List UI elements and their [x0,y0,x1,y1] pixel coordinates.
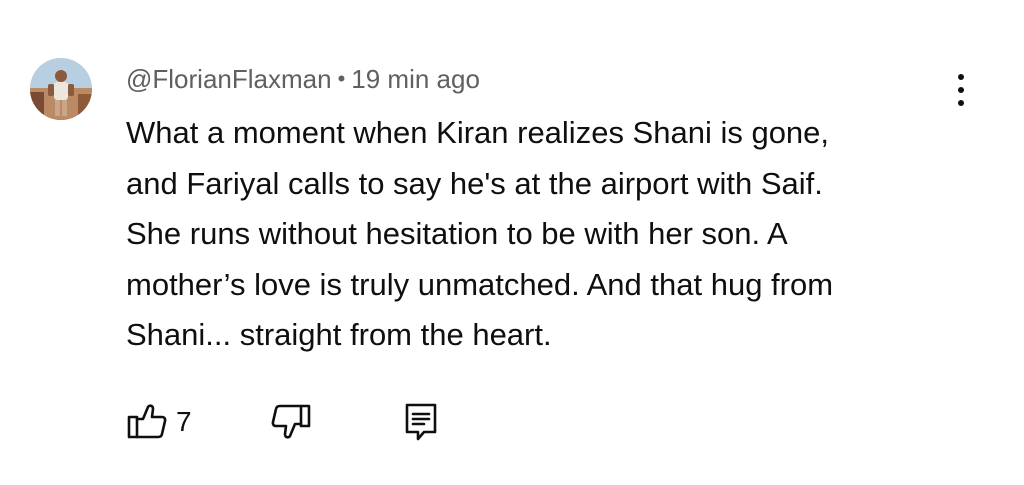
comment-text-line: Shani... straight from the heart. [126,317,552,352]
reply-button[interactable] [402,400,446,444]
comment-text-line: and Fariyal calls to say he's at the air… [126,165,823,201]
reply-comment-icon [405,403,437,441]
header-separator: • [337,66,346,91]
more-options-button[interactable] [946,72,976,108]
comment-text-line: mother’s love is truly unmatched. And th… [126,266,834,302]
dislike-button[interactable] [270,400,314,444]
more-vert-icon [958,87,964,93]
like-count: 7 [176,406,192,437]
avatar[interactable] [30,58,92,120]
like-button[interactable]: 7 [126,400,216,444]
avatar-photo-icon [30,58,92,120]
comment-text-line: She runs without hesitation to be with h… [126,216,788,251]
thumbs-down-icon [271,404,311,439]
comment-body: What a moment when Kiran realizes Shani … [126,108,976,361]
more-vert-icon [958,100,964,106]
author-handle[interactable]: @FlorianFlaxman [126,64,332,94]
comment-text-line: What a moment when Kiran realizes Shani … [126,115,830,150]
comment-timestamp[interactable]: 19 min ago [351,64,480,94]
comment-header: @FlorianFlaxman • 19 min ago [126,62,480,98]
more-vert-icon [958,74,964,80]
comment-item: @FlorianFlaxman • 19 min ago What a moment… [0,0,1024,485]
thumbs-up-icon [127,404,167,439]
